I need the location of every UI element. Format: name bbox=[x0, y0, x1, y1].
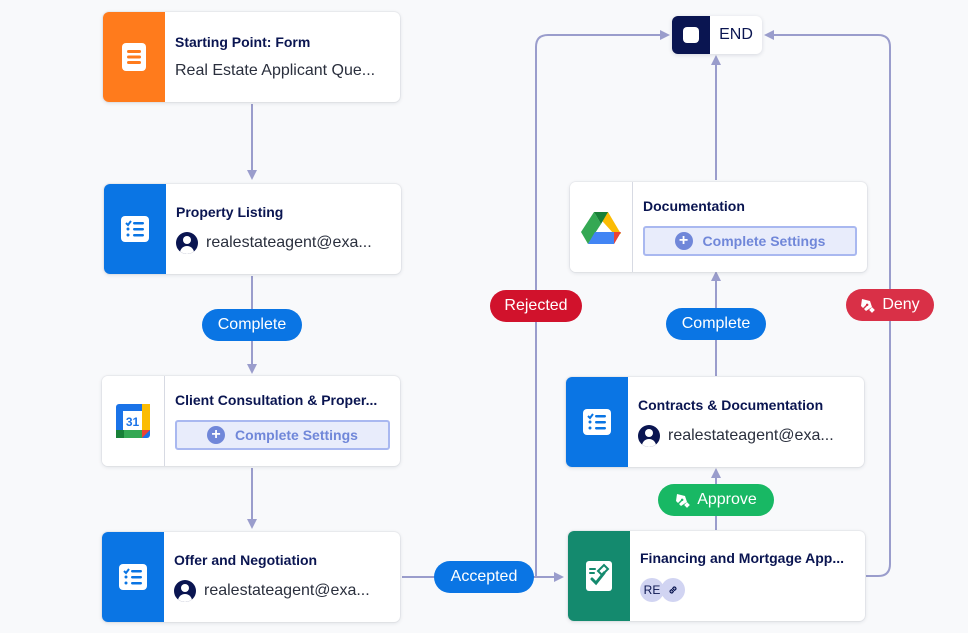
node-client-consultation[interactable]: 31 Client Consultation & Proper... + Com… bbox=[102, 376, 400, 466]
plus-icon: + bbox=[674, 232, 693, 250]
node-title: Offer and Negotiation bbox=[174, 552, 318, 568]
node-starting-form[interactable]: Starting Point: Form Real Estate Applica… bbox=[103, 12, 400, 102]
edge-label-complete[interactable]: Complete bbox=[666, 308, 766, 340]
node-title: Documentation bbox=[643, 198, 745, 214]
pen-nib-icon bbox=[861, 299, 876, 313]
stop-icon bbox=[683, 27, 699, 43]
assignee: realestateagent@exa... bbox=[176, 232, 391, 254]
node-body: Starting Point: Form Real Estate Applica… bbox=[165, 12, 400, 102]
link-icon[interactable] bbox=[661, 578, 685, 602]
node-financing-mortgage[interactable]: Financing and Mortgage App... RE bbox=[568, 531, 865, 621]
user-avatar-icon bbox=[638, 425, 660, 447]
sign-document-icon bbox=[586, 561, 612, 591]
assignee: realestateagent@exa... bbox=[638, 425, 854, 447]
google-drive-icon bbox=[581, 212, 621, 244]
node-body: Contracts & Documentation realestateagen… bbox=[628, 377, 864, 467]
node-icon-panel bbox=[570, 182, 633, 272]
edge-label-accepted[interactable]: Accepted bbox=[434, 561, 534, 593]
node-title: Client Consultation & Proper... bbox=[175, 392, 378, 408]
assignee-tags: RE bbox=[640, 578, 855, 602]
assignee-email: realestateagent@exa... bbox=[668, 427, 834, 444]
node-offer-negotiation[interactable]: Offer and Negotiation realestateagent@ex… bbox=[102, 532, 400, 622]
node-body: Documentation + Complete Settings bbox=[633, 182, 867, 272]
plus-icon: + bbox=[207, 426, 226, 444]
complete-settings-button[interactable]: + Complete Settings bbox=[175, 420, 390, 450]
form-name: Real Estate Applicant Que... bbox=[175, 62, 376, 79]
node-title: Financing and Mortgage App... bbox=[640, 550, 845, 566]
node-body: Financing and Mortgage App... RE bbox=[630, 531, 865, 621]
complete-settings-button[interactable]: + Complete Settings bbox=[643, 226, 857, 256]
node-icon-panel bbox=[103, 12, 165, 102]
user-avatar-icon bbox=[176, 232, 198, 254]
node-icon-panel: 31 bbox=[102, 376, 165, 466]
node-title: Property Listing bbox=[176, 204, 284, 220]
end-label: END bbox=[719, 26, 753, 43]
edge-label-rejected[interactable]: Rejected bbox=[490, 290, 582, 322]
node-icon-panel bbox=[102, 532, 164, 622]
node-contracts-documentation[interactable]: Contracts & Documentation realestateagen… bbox=[566, 377, 864, 467]
node-icon-panel bbox=[568, 531, 630, 621]
task-list-icon bbox=[121, 216, 149, 242]
task-list-icon bbox=[583, 409, 611, 435]
complete-settings-label: Complete Settings bbox=[235, 427, 358, 443]
deny-label: Deny bbox=[882, 296, 920, 313]
node-property-listing[interactable]: Property Listing realestateagent@exa... bbox=[104, 184, 401, 274]
assignee-email: realestateagent@exa... bbox=[206, 234, 372, 251]
user-avatar-icon bbox=[174, 580, 196, 602]
workflow-canvas: END Starting Point: Form Real Estate App… bbox=[0, 0, 968, 633]
complete-settings-label: Complete Settings bbox=[702, 233, 826, 249]
node-icon-panel bbox=[566, 377, 628, 467]
calendar-day: 31 bbox=[126, 415, 140, 429]
approve-label: Approve bbox=[697, 491, 757, 508]
node-body: Property Listing realestateagent@exa... bbox=[166, 184, 401, 274]
node-title: Contracts & Documentation bbox=[638, 397, 824, 413]
node-body: Client Consultation & Proper... + Comple… bbox=[165, 376, 400, 466]
node-body: Offer and Negotiation realestateagent@ex… bbox=[164, 532, 400, 622]
node-documentation[interactable]: Documentation + Complete Settings bbox=[570, 182, 867, 272]
assignee-email: realestateagent@exa... bbox=[204, 582, 370, 599]
pen-nib-icon bbox=[676, 494, 691, 508]
task-list-icon bbox=[119, 564, 147, 590]
node-icon-panel bbox=[104, 184, 166, 274]
end-node[interactable]: END bbox=[672, 16, 762, 54]
edge-label-deny[interactable]: Deny bbox=[846, 289, 934, 321]
google-calendar-icon: 31 bbox=[116, 404, 150, 438]
edge-label-complete[interactable]: Complete bbox=[202, 309, 302, 341]
end-icon-block bbox=[672, 16, 710, 54]
node-title: Starting Point: Form bbox=[175, 34, 311, 50]
form-icon bbox=[122, 43, 146, 71]
edge-label-approve[interactable]: Approve bbox=[658, 484, 774, 516]
assignee: realestateagent@exa... bbox=[174, 580, 390, 602]
